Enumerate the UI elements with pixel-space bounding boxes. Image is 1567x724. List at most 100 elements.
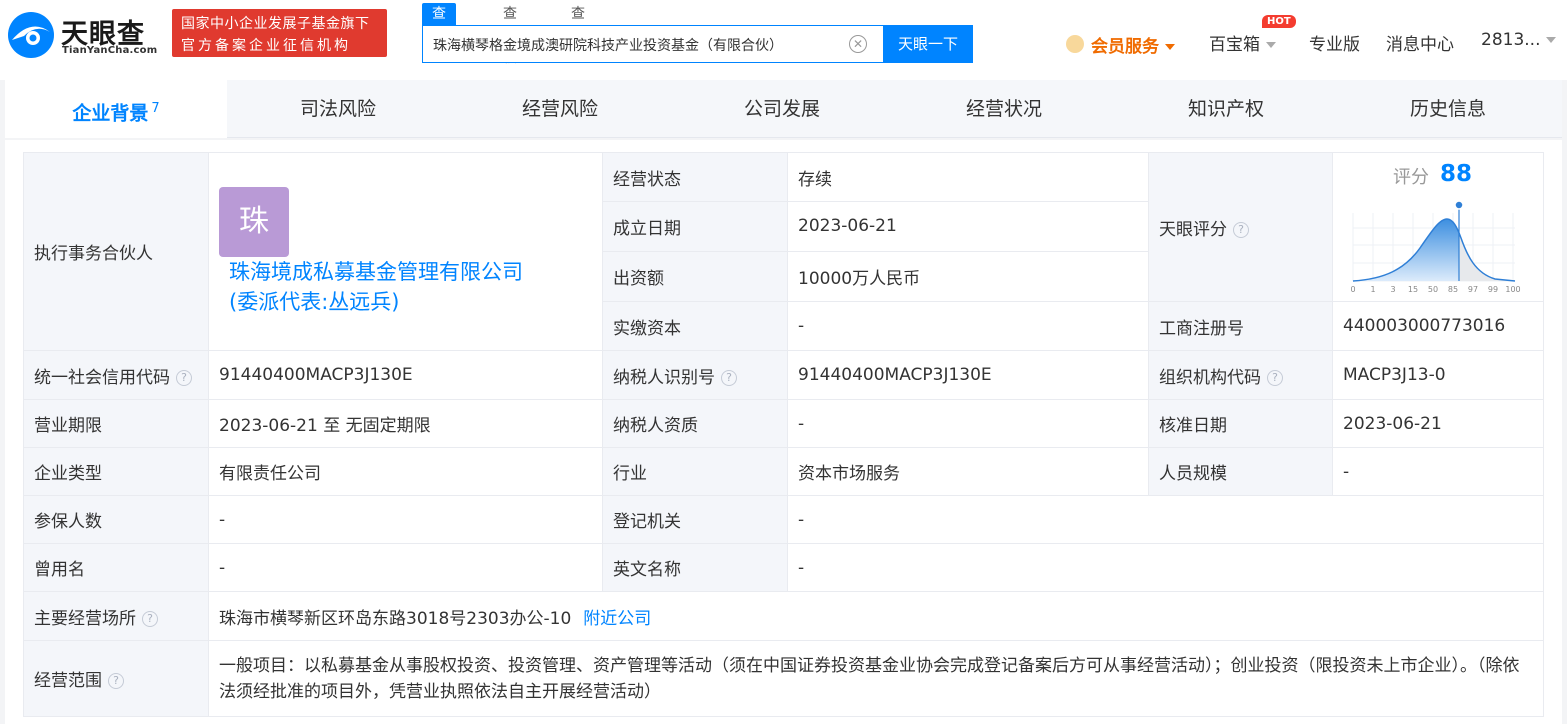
partner-key: 执行事务合伙人 <box>23 152 209 351</box>
tax-id-value[interactable]: 91440400MACP3J130E <box>787 350 1149 400</box>
founded-value: 2023-06-21 <box>787 201 1149 252</box>
scope-key: 经营范围 <box>34 671 102 691</box>
badge-line2: 官方备案企业征信机构 <box>181 38 351 54</box>
staff-key: 人员规模 <box>1148 447 1333 496</box>
eye-logo-icon <box>8 12 54 58</box>
help-icon[interactable]: ? <box>176 369 192 386</box>
logo-subtitle: TianYanCha.com <box>62 45 158 56</box>
english-name-key: 英文名称 <box>602 543 788 592</box>
score-tick: 3 <box>1390 285 1395 294</box>
score-tick: 15 <box>1408 285 1418 294</box>
credit-code-key: 统一社会信用代码 <box>34 367 170 388</box>
scope-key-cell: 经营范围? <box>23 640 209 717</box>
search-button[interactable]: 天眼一下 <box>883 25 973 63</box>
reg-no-key: 工商注册号 <box>1148 301 1333 351</box>
registry-value: - <box>787 495 1544 544</box>
insured-key: 参保人数 <box>23 495 209 544</box>
help-icon[interactable]: ? <box>108 673 124 689</box>
chevron-down-icon <box>1165 44 1175 50</box>
industry-key: 行业 <box>602 447 788 496</box>
main-content: 执行事务合伙人 珠珠海境成私募基金管理有限公司(委派代表:丛远兵) 经营状态 存… <box>5 140 1562 724</box>
score-label: 评分 <box>1393 167 1429 188</box>
score-tick: 0 <box>1350 285 1355 294</box>
tab-operational-risk[interactable]: 经营风险 <box>449 80 671 138</box>
status-key: 经营状态 <box>602 151 788 203</box>
score-widget[interactable]: 评分 88 0 1 3 15 50 85 97 99 100 <box>1333 153 1543 301</box>
tab-company-development[interactable]: 公司发展 <box>671 80 893 138</box>
section-tabs: 企业背景 7 司法风险 经营风险 公司发展 经营状况 知识产权 历史信息 <box>5 80 1562 138</box>
tab-history[interactable]: 历史信息 <box>1337 80 1559 138</box>
paid-capital-key: 实缴资本 <box>602 301 788 351</box>
staff-value: - <box>1332 447 1544 496</box>
period-value: 2023-06-21 至 无固定期限 <box>208 399 603 448</box>
address-key-cell: 主要经营场所? <box>23 591 209 641</box>
approve-date-value: 2023-06-21 <box>1332 399 1544 448</box>
pro-version-link[interactable]: 专业版 <box>1309 30 1360 55</box>
status-value: 存续 <box>787 151 1149 203</box>
score-key: 天眼评分 <box>1159 219 1227 240</box>
reg-no-value: 440003000773016 <box>1332 301 1544 351</box>
search-tab-boss[interactable]: 查老板 <box>503 3 517 66</box>
registry-key: 登记机关 <box>602 495 788 544</box>
period-key: 营业期限 <box>23 399 209 448</box>
org-code-value[interactable]: MACP3J13-0 <box>1332 350 1544 400</box>
former-name-key: 曾用名 <box>23 543 209 592</box>
industry-value: 资本市场服务 <box>787 447 1149 496</box>
score-distribution-chart: 0 1 3 15 50 85 97 99 100 <box>1350 200 1521 294</box>
tab-count: 7 <box>151 101 160 116</box>
official-badge: 国家中小企业发展子基金旗下 官方备案企业征信机构 <box>172 9 387 57</box>
address-cell: 珠海市横琴新区环岛东路3018号2303办公-10 附近公司 <box>208 591 1544 641</box>
tab-label: 企业背景 <box>72 102 149 125</box>
english-name-value: - <box>787 543 1544 592</box>
help-icon[interactable]: ? <box>142 610 158 627</box>
score-value: 88 <box>1440 161 1473 187</box>
top-header: 天眼查 TianYanCha.com 国家中小企业发展子基金旗下 官方备案企业征… <box>0 0 1567 80</box>
tab-company-background[interactable]: 企业背景 7 <box>5 80 227 138</box>
org-code-key-cell: 组织机构代码? <box>1148 350 1333 400</box>
score-tick: 85 <box>1448 285 1458 294</box>
message-center-link[interactable]: 消息中心 <box>1386 30 1454 55</box>
search-box: 珠海横琴格金境成澳研院科技产业投资基金（有限合伙） ✕ 天眼一下 <box>422 25 973 63</box>
capital-key: 出资额 <box>602 250 788 303</box>
user-menu[interactable]: 2813... <box>1481 30 1557 50</box>
nearby-company-link[interactable]: 附近公司 <box>583 609 651 629</box>
tax-id-key: 纳税人识别号 <box>613 367 715 388</box>
hot-badge: HOT <box>1262 15 1296 28</box>
company-avatar: 珠 <box>219 186 289 257</box>
address-value: 珠海市横琴新区环岛东路3018号2303办公-10 <box>219 608 572 629</box>
address-key: 主要经营场所 <box>34 608 136 629</box>
score-tick: 100 <box>1505 285 1520 294</box>
tab-intellectual-property[interactable]: 知识产权 <box>1115 80 1337 138</box>
treasure-label: 百宝箱 <box>1209 35 1260 55</box>
credit-code-key-cell: 统一社会信用代码? <box>23 350 209 400</box>
approve-date-key: 核准日期 <box>1148 399 1333 448</box>
former-name-value: - <box>208 543 603 592</box>
scope-value: 一般项目：以私募基金从事股权投资、投资管理、资产管理等活动（须在中国证券投资基金… <box>208 640 1544 717</box>
help-icon[interactable]: ? <box>1233 221 1249 238</box>
paid-capital-value: - <box>787 301 1149 351</box>
credit-code-value[interactable]: 91440400MACP3J130E <box>208 350 603 400</box>
tab-business-status[interactable]: 经营状况 <box>893 80 1115 138</box>
taxpayer-value: - <box>787 399 1149 448</box>
search-tab-relation[interactable]: 查关系 <box>571 3 585 66</box>
user-label: 2813... <box>1481 30 1541 50</box>
score-tick: 97 <box>1468 285 1478 294</box>
search-input[interactable]: 珠海横琴格金境成澳研院科技产业投资基金（有限合伙） <box>433 35 783 55</box>
help-icon[interactable]: ? <box>1267 369 1283 386</box>
chevron-down-icon <box>1266 42 1276 48</box>
crown-icon <box>1066 35 1084 53</box>
insured-value: - <box>208 495 603 544</box>
treasure-box-menu[interactable]: 百宝箱 <box>1209 30 1276 55</box>
score-tick: 50 <box>1428 285 1438 294</box>
search-tab-company[interactable]: 查公司 <box>422 3 456 66</box>
clear-icon[interactable]: ✕ <box>849 35 867 53</box>
score-cell: 评分 88 0 1 3 15 50 85 97 99 100 <box>1332 152 1544 302</box>
tab-judicial-risk[interactable]: 司法风险 <box>227 80 449 138</box>
taxpayer-key: 纳税人资质 <box>602 399 788 448</box>
help-icon[interactable]: ? <box>721 369 737 386</box>
score-key-cell: 天眼评分? <box>1148 152 1333 302</box>
logo[interactable]: 天眼查 TianYanCha.com <box>6 8 161 58</box>
vip-label: 会员服务 <box>1091 37 1159 57</box>
partner-company-link[interactable]: 珠海境成私募基金管理有限公司(委派代表:丛远兵) <box>229 257 524 317</box>
company-info-table: 执行事务合伙人 珠珠海境成私募基金管理有限公司(委派代表:丛远兵) 经营状态 存… <box>23 151 1544 717</box>
